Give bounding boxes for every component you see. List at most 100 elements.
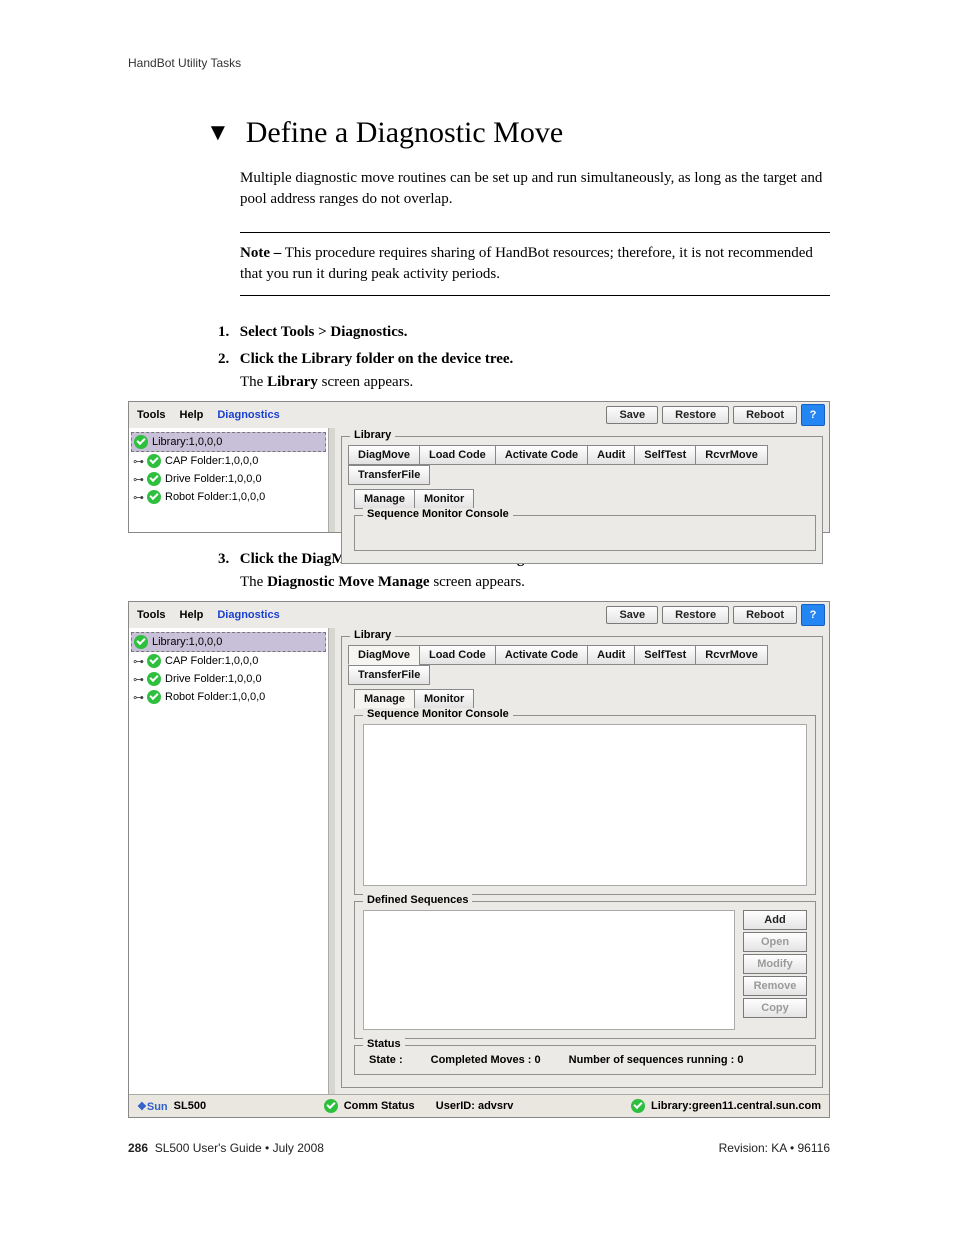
help-icon[interactable]: ? bbox=[801, 404, 825, 426]
note-body: This procedure requires sharing of HandB… bbox=[240, 245, 813, 282]
tree-robot[interactable]: ⊶ Robot Folder:1,0,0,0 bbox=[131, 488, 326, 506]
tab-selftest[interactable]: SelfTest bbox=[634, 645, 696, 665]
check-icon bbox=[147, 490, 161, 504]
sequence-monitor-console: Sequence Monitor Console bbox=[354, 715, 816, 895]
defined-sequences: Defined Sequences Add Open Modify Remove… bbox=[354, 901, 816, 1039]
book-title: SL500 User's Guide • July 2008 bbox=[155, 1141, 324, 1155]
check-icon bbox=[147, 690, 161, 704]
tree-library[interactable]: Library:1,0,0,0 bbox=[131, 432, 326, 452]
status-state: State : bbox=[369, 1054, 403, 1066]
sequence-monitor-console: Sequence Monitor Console bbox=[354, 515, 816, 551]
reboot-button[interactable]: Reboot bbox=[733, 406, 797, 424]
check-icon bbox=[147, 672, 161, 686]
check-icon bbox=[134, 635, 148, 649]
tree-drive[interactable]: ⊶ Drive Folder:1,0,0,0 bbox=[131, 470, 326, 488]
page-number: 286 bbox=[128, 1141, 148, 1155]
tab-activatecode[interactable]: Activate Code bbox=[495, 445, 588, 465]
menu-help[interactable]: Help bbox=[180, 409, 204, 421]
tab-activatecode[interactable]: Activate Code bbox=[495, 645, 588, 665]
tree-drive[interactable]: ⊶ Drive Folder:1,0,0,0 bbox=[131, 670, 326, 688]
check-icon bbox=[631, 1099, 645, 1113]
status-bar: ❖Sun SL500 Comm Status UserID: advsrv Li… bbox=[129, 1094, 829, 1117]
step-text: Click the Library folder on the device t… bbox=[240, 351, 514, 367]
restore-button[interactable]: Restore bbox=[662, 606, 729, 624]
open-button[interactable]: Open bbox=[743, 932, 807, 952]
tree-robot[interactable]: ⊶ Robot Folder:1,0,0,0 bbox=[131, 688, 326, 706]
add-button[interactable]: Add bbox=[743, 910, 807, 930]
check-icon bbox=[324, 1099, 338, 1113]
subtab-monitor[interactable]: Monitor bbox=[414, 489, 474, 509]
step-num: 2. bbox=[218, 351, 236, 368]
menu-tools[interactable]: Tools bbox=[137, 409, 166, 421]
subtab-manage[interactable]: Manage bbox=[354, 489, 415, 509]
screenshot-library: Tools Help Diagnostics Save Restore Rebo… bbox=[128, 401, 830, 533]
tab-diagmove[interactable]: DiagMove bbox=[348, 645, 420, 665]
step-2: 2. Click the Library folder on the devic… bbox=[218, 351, 830, 391]
step-3-sub: The Diagnostic Move Manage screen appear… bbox=[240, 574, 830, 591]
fieldset-legend: Library bbox=[350, 429, 395, 441]
step-2-sub: The Library screen appears. bbox=[240, 374, 830, 391]
tab-rcvrmove[interactable]: RcvrMove bbox=[695, 445, 768, 465]
tree-cap[interactable]: ⊶ CAP Folder:1,0,0,0 bbox=[131, 452, 326, 470]
device-tree[interactable]: Library:1,0,0,0 ⊶ CAP Folder:1,0,0,0 ⊶ D… bbox=[129, 628, 329, 1094]
defined-sequences-list[interactable] bbox=[363, 910, 735, 1030]
tab-loadcode[interactable]: Load Code bbox=[419, 645, 496, 665]
step-num: 1. bbox=[218, 324, 236, 341]
device-tree[interactable]: Library:1,0,0,0 ⊶ CAP Folder:1,0,0,0 ⊶ D… bbox=[129, 428, 329, 532]
tab-diagmove[interactable]: DiagMove bbox=[348, 445, 420, 465]
restore-button[interactable]: Restore bbox=[662, 406, 729, 424]
menu-help[interactable]: Help bbox=[180, 609, 204, 621]
expander-icon[interactable]: ⊶ bbox=[133, 455, 143, 468]
remove-button[interactable]: Remove bbox=[743, 976, 807, 996]
sun-logo-icon: ❖Sun bbox=[137, 1100, 168, 1113]
console-textarea[interactable] bbox=[363, 724, 807, 886]
copy-button[interactable]: Copy bbox=[743, 998, 807, 1018]
step-text: Select Tools > Diagnostics. bbox=[240, 324, 408, 340]
revision: Revision: KA • 96116 bbox=[719, 1141, 830, 1155]
fieldset-legend: Library bbox=[350, 629, 395, 641]
step-num: 3. bbox=[218, 551, 236, 568]
status-completed: Completed Moves : 0 bbox=[431, 1054, 541, 1066]
tab-loadcode[interactable]: Load Code bbox=[419, 445, 496, 465]
comm-status: Comm Status bbox=[344, 1100, 415, 1112]
note-box: Note – This procedure requires sharing o… bbox=[240, 232, 830, 296]
expander-icon[interactable]: ⊶ bbox=[133, 473, 143, 486]
library-host: Library:green11.central.sun.com bbox=[651, 1100, 821, 1112]
save-button[interactable]: Save bbox=[606, 606, 658, 624]
tab-rcvrmove[interactable]: RcvrMove bbox=[695, 645, 768, 665]
save-button[interactable]: Save bbox=[606, 406, 658, 424]
check-icon bbox=[147, 454, 161, 468]
menu-diagnostics[interactable]: Diagnostics bbox=[217, 609, 279, 621]
tab-selftest[interactable]: SelfTest bbox=[634, 445, 696, 465]
check-icon bbox=[147, 654, 161, 668]
subtab-monitor[interactable]: Monitor bbox=[414, 689, 474, 709]
subtab-manage[interactable]: Manage bbox=[354, 689, 415, 709]
triangle-icon: ▼ bbox=[206, 121, 230, 145]
tab-transferfile[interactable]: TransferFile bbox=[348, 665, 430, 685]
page-title: Define a Diagnostic Move bbox=[246, 116, 563, 150]
expander-icon[interactable]: ⊶ bbox=[133, 691, 143, 704]
running-head: HandBot Utility Tasks bbox=[128, 56, 830, 70]
intro-paragraph: Multiple diagnostic move routines can be… bbox=[240, 168, 830, 210]
tree-cap[interactable]: ⊶ CAP Folder:1,0,0,0 bbox=[131, 652, 326, 670]
library-fieldset: Library DiagMove Load Code Activate Code… bbox=[341, 636, 823, 1088]
menu-diagnostics[interactable]: Diagnostics bbox=[217, 409, 279, 421]
tab-transferfile[interactable]: TransferFile bbox=[348, 465, 430, 485]
help-icon[interactable]: ? bbox=[801, 604, 825, 626]
menu-tools[interactable]: Tools bbox=[137, 609, 166, 621]
expander-icon[interactable]: ⊶ bbox=[133, 673, 143, 686]
expander-icon[interactable]: ⊶ bbox=[133, 491, 143, 504]
library-fieldset: Library DiagMove Load Code Activate Code… bbox=[341, 436, 823, 564]
tab-audit[interactable]: Audit bbox=[587, 645, 635, 665]
expander-icon[interactable]: ⊶ bbox=[133, 655, 143, 668]
reboot-button[interactable]: Reboot bbox=[733, 606, 797, 624]
status-fieldset: Status State : Completed Moves : 0 Numbe… bbox=[354, 1045, 816, 1075]
page-footer: 286 SL500 User's Guide • July 2008 Revis… bbox=[128, 1141, 830, 1155]
tree-library[interactable]: Library:1,0,0,0 bbox=[131, 632, 326, 652]
user-id: UserID: advsrv bbox=[436, 1100, 514, 1112]
product-label: SL500 bbox=[174, 1100, 206, 1112]
tab-audit[interactable]: Audit bbox=[587, 445, 635, 465]
status-running: Number of sequences running : 0 bbox=[569, 1054, 744, 1066]
note-label: Note – bbox=[240, 245, 281, 261]
modify-button[interactable]: Modify bbox=[743, 954, 807, 974]
